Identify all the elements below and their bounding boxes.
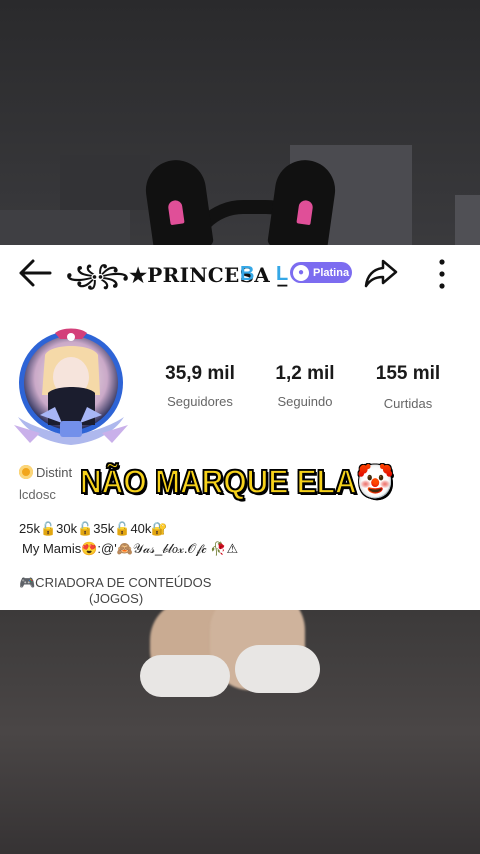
video-caption-overlay: NÃO MARQUE ELA🤡 [79,464,395,502]
arrow-left-icon[interactable] [16,257,54,289]
avatar[interactable] [10,325,132,450]
category-line-2: (JOGOS) [89,591,144,606]
platina-badge[interactable]: ● Platina [290,262,352,283]
badge-label: Platina [313,266,350,279]
stat-followers[interactable]: 35,9 mil Seguidores [145,363,255,409]
username-suffix: B L [240,263,297,285]
stat-following[interactable]: 1,2 mil Seguindo [250,363,360,409]
followers-label: Seguidores [167,394,233,409]
profile-card: ꧁꧂★PRINCESA _ B L ● Platina 35,9 mil Seg… [0,245,480,610]
distinction-row[interactable]: Distint [19,465,72,480]
handle-partial: lcdosc [19,487,56,502]
following-count: 1,2 mil [275,363,335,384]
stat-likes[interactable]: 155 mil Curtidas [353,363,463,411]
background-scene-top [0,0,480,245]
profile-header: ꧁꧂★PRINCESA _ B L ● Platina [0,245,480,301]
background-scene-bottom [0,610,480,854]
likes-count: 155 mil [375,363,441,384]
bio-line-2: My Mamis😍:@'🙈𝒴𝒶𝓈_𝒷𝓁𝑜𝓍.𝒪𝒻𝒸 🥀⚠ [22,541,239,556]
cat-ears-headband [142,156,339,245]
badge-people-icon: ● [293,264,309,281]
likes-label: Curtidas [383,396,433,411]
creator-category: 🎮CRIADORA DE CONTEÚDOS (JOGOS) [19,575,211,607]
bio-line-1: 25k🔓30k🔓35k🔓40k🔐 [19,521,168,536]
hexagon-badge-icon [19,465,33,479]
distinction-label: Distint [36,465,73,480]
share-arrow-icon[interactable] [363,257,399,289]
following-label: Seguindo [277,394,333,409]
category-line-1: 🎮CRIADORA DE CONTEÚDOS [19,575,212,590]
followers-count: 35,9 mil [165,363,235,384]
more-vertical-icon[interactable] [432,257,452,291]
